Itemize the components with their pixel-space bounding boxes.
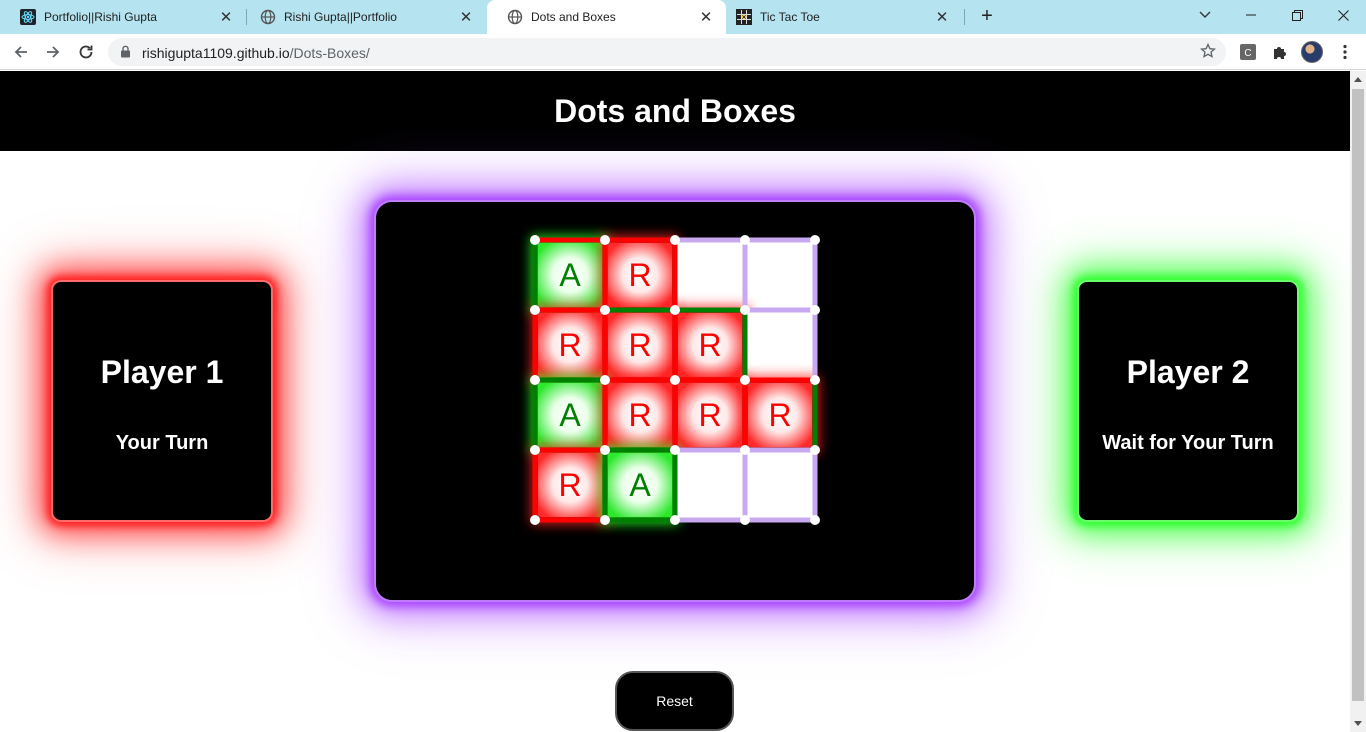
grid-dot [530, 445, 540, 455]
grid-dot [600, 515, 610, 525]
grid-dot [740, 375, 750, 385]
tab-title: Tic Tac Toe [760, 10, 820, 24]
box-cell-3-3[interactable] [747, 452, 813, 518]
grid-dot [810, 515, 820, 525]
grid-dot [810, 235, 820, 245]
box-label-1-0: R [558, 327, 581, 363]
box-label-3-1: A [629, 467, 651, 503]
grid-dot [530, 235, 540, 245]
box-label-1-1: R [628, 327, 651, 363]
grid-dot [600, 305, 610, 315]
close-tab-icon[interactable]: ✕ [458, 9, 474, 26]
scroll-down-arrow-icon[interactable] [1354, 721, 1362, 726]
page-scrollbar[interactable] [1350, 71, 1366, 732]
player1-status: Your Turn [115, 432, 209, 454]
page-viewport: Dots and Boxes Player 1 Your Turn ARRRRA… [0, 71, 1350, 732]
extension-c-icon[interactable]: C [1238, 42, 1258, 62]
box-label-2-0: A [559, 397, 581, 433]
extensions-puzzle-icon[interactable] [1270, 42, 1290, 62]
globe-icon [507, 9, 523, 25]
page-title: Dots and Boxes [0, 71, 1350, 151]
board-grid: A RR R RA R R RR A [530, 235, 820, 525]
bookmark-star-icon[interactable] [1199, 42, 1217, 64]
grid-dot [810, 375, 820, 385]
grid-dot [810, 305, 820, 315]
scroll-up-arrow-icon[interactable] [1354, 77, 1362, 82]
player1-name: Player 1 [100, 354, 224, 390]
tab-portfolio[interactable]: Portfolio||Rishi Gupta ✕ [0, 0, 246, 34]
player2-status: Wait for Your Turn [1102, 432, 1274, 454]
address-bar[interactable]: rishigupta1109.github.io/Dots-Boxes/ [108, 38, 1226, 66]
grid-dot [740, 445, 750, 455]
grid-dot [530, 515, 540, 525]
grid-dot [600, 235, 610, 245]
player1-card: Player 1 Your Turn [51, 280, 273, 522]
tab-title: Portfolio||Rishi Gupta [44, 10, 157, 24]
browser-tab-strip: Portfolio||Rishi Gupta ✕ Rishi Gupta||Po… [0, 0, 1366, 34]
menu-kebab-icon[interactable] [1335, 42, 1355, 62]
scrollbar-thumb[interactable] [1352, 89, 1364, 701]
grid-dot [740, 305, 750, 315]
box-cell-0-3[interactable] [747, 242, 813, 308]
reset-button[interactable]: Reset [615, 671, 734, 731]
lock-icon [120, 45, 131, 63]
box-label-2-1: R [628, 397, 651, 433]
back-icon[interactable] [9, 40, 33, 64]
tictactoe-icon [736, 9, 752, 25]
profile-avatar[interactable] [1301, 41, 1323, 63]
grid-dot [600, 375, 610, 385]
grid-dot [670, 305, 680, 315]
box-label-2-3: R [768, 397, 791, 433]
grid-dot [810, 445, 820, 455]
player2-card: Player 2 Wait for Your Turn [1077, 280, 1299, 522]
box-label-1-2: R [698, 327, 721, 363]
box-cell-0-2[interactable] [677, 242, 743, 308]
game-board: ARRRRARRRRA [374, 200, 976, 602]
grid-dot [600, 445, 610, 455]
grid-dot [670, 375, 680, 385]
close-tab-icon[interactable]: ✕ [698, 9, 714, 26]
box-label-2-2: R [698, 397, 721, 433]
url-path: /Dots-Boxes/ [289, 45, 370, 61]
close-tab-icon[interactable]: ✕ [934, 9, 950, 26]
tab-search-icon[interactable] [1182, 0, 1228, 30]
grid-dot [740, 235, 750, 245]
close-window-icon[interactable] [1320, 0, 1366, 30]
react-icon [20, 9, 36, 25]
new-tab-button[interactable]: + [976, 6, 998, 28]
grid-dot [530, 375, 540, 385]
minimize-icon[interactable] [1228, 0, 1274, 30]
tab-dots-and-boxes[interactable]: Dots and Boxes ✕ [487, 0, 726, 34]
grid-dot [670, 235, 680, 245]
restore-icon[interactable] [1274, 0, 1320, 30]
browser-toolbar: rishigupta1109.github.io/Dots-Boxes/ C [0, 34, 1366, 70]
tab-title: Dots and Boxes [531, 10, 616, 24]
globe-icon [260, 9, 276, 25]
box-label-3-0: R [558, 467, 581, 503]
box-cell-1-3[interactable] [747, 312, 813, 378]
tab-rishi-gupta[interactable]: Rishi Gupta||Portfolio ✕ [240, 0, 486, 34]
close-tab-icon[interactable]: ✕ [218, 9, 234, 26]
grid-dot [670, 515, 680, 525]
box-label-0-1: R [628, 257, 651, 293]
grid-dot [670, 445, 680, 455]
reload-icon[interactable] [74, 40, 98, 64]
grid-dot [530, 305, 540, 315]
tab-separator [964, 9, 965, 25]
player2-name: Player 2 [1126, 354, 1250, 390]
forward-icon[interactable] [41, 40, 65, 64]
grid-dot [740, 515, 750, 525]
tab-title: Rishi Gupta||Portfolio [284, 10, 397, 24]
url-text: rishigupta1109.github.io/Dots-Boxes/ [142, 45, 370, 61]
tab-tic-tac-toe[interactable]: Tic Tac Toe ✕ [716, 0, 962, 34]
svg-text:C: C [1244, 48, 1251, 59]
box-label-0-0: A [559, 257, 581, 293]
box-cell-3-2[interactable] [677, 452, 743, 518]
url-host: rishigupta1109.github.io [142, 45, 290, 61]
